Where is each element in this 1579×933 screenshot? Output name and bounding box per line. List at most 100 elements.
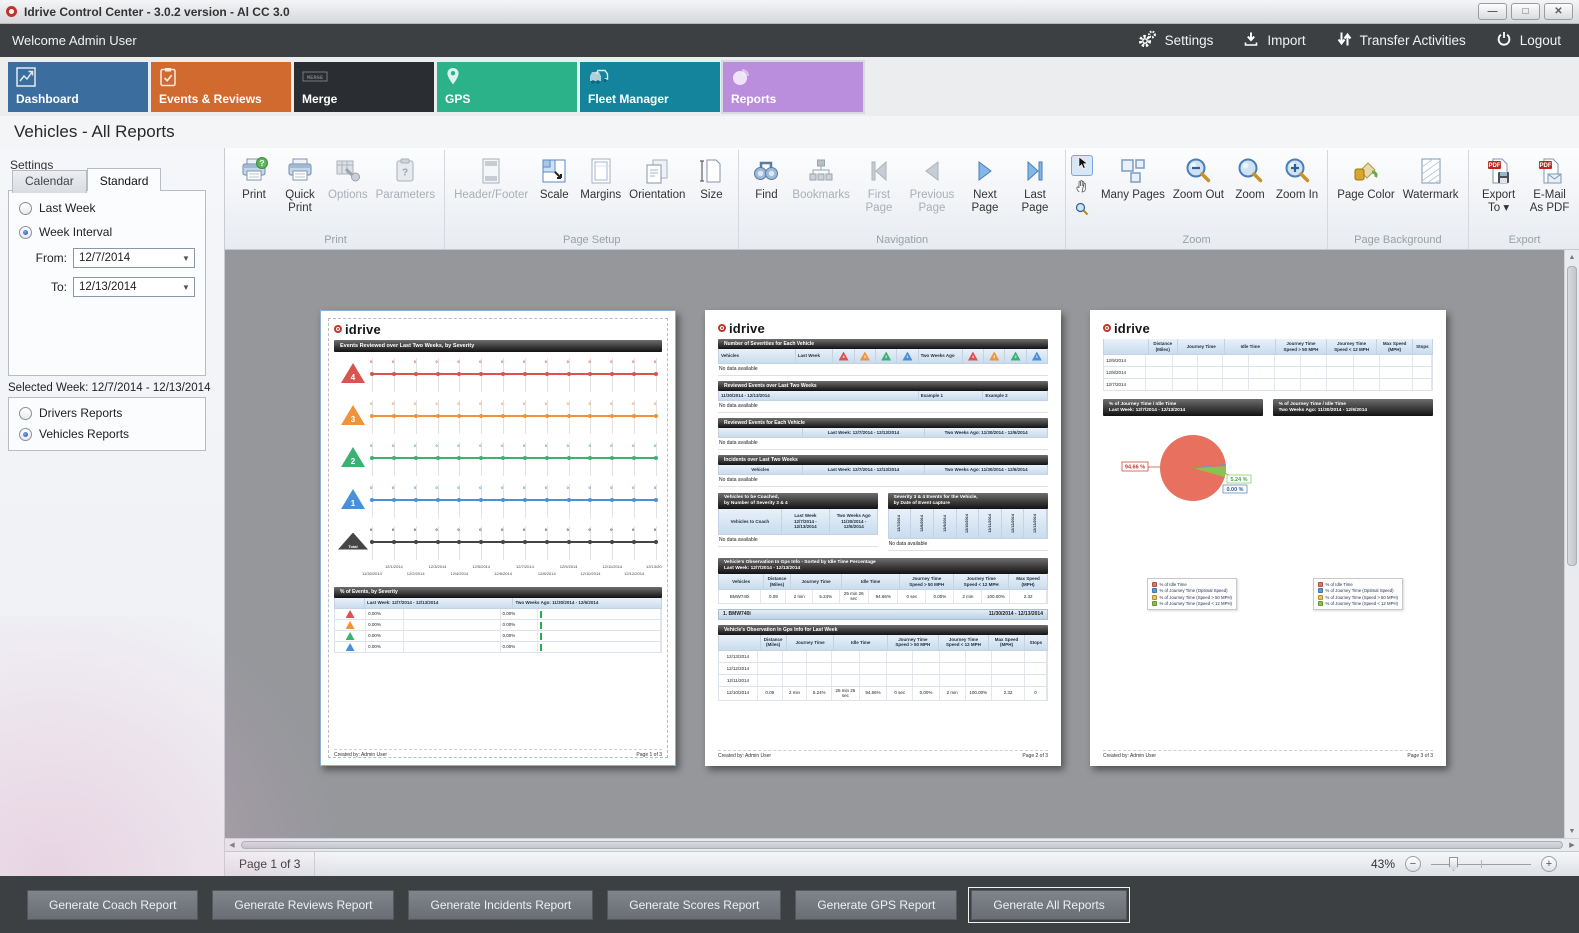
export-to-button[interactable]: PDFExport To ▾ bbox=[1474, 153, 1524, 218]
maximize-button[interactable]: □ bbox=[1511, 3, 1540, 20]
from-date-dropdown[interactable]: 12/7/2014 ▼ bbox=[73, 248, 195, 268]
last-week-radio[interactable]: Last Week bbox=[19, 201, 205, 215]
date-tick-label: 12/3/2014 bbox=[429, 564, 447, 569]
to-date-dropdown[interactable]: 12/13/2014 ▼ bbox=[73, 277, 195, 297]
tab-calendar[interactable]: Calendar bbox=[12, 170, 87, 193]
severity-triangle: 2 bbox=[1011, 352, 1021, 361]
quick-print-button[interactable]: Quick Print bbox=[276, 153, 324, 218]
toolbar-button-label: Zoom bbox=[1235, 189, 1264, 202]
data-point bbox=[436, 540, 440, 544]
table-cell: 5.24% bbox=[807, 687, 832, 700]
table-cell bbox=[860, 675, 888, 686]
data-point bbox=[567, 456, 571, 460]
zoom-region-tool-button[interactable] bbox=[1071, 201, 1093, 222]
vehicle-banner-dates: 11/30/2014 - 12/13/2014 bbox=[989, 611, 1043, 617]
scroll-right-icon[interactable]: ▶ bbox=[1565, 839, 1579, 851]
generate-coach-report-button[interactable]: Generate Coach Report bbox=[27, 890, 198, 920]
toolbar-button-label: Export To ▾ bbox=[1478, 189, 1520, 215]
zoom-slider[interactable] bbox=[1431, 856, 1531, 872]
many-pages-button[interactable]: Many Pages bbox=[1097, 153, 1169, 205]
report-page-1[interactable]: idriveEvents Reviewed over Last Two Week… bbox=[320, 310, 676, 766]
toolbar-button-label: Page Color bbox=[1337, 189, 1395, 202]
horizontal-scroll-thumb[interactable] bbox=[241, 841, 1563, 849]
zoom-in-button[interactable]: + bbox=[1541, 856, 1557, 872]
vertical-scroll-thumb[interactable] bbox=[1567, 266, 1577, 566]
week-interval-radio[interactable]: Week Interval bbox=[19, 225, 205, 239]
pie-chart-icon bbox=[731, 67, 751, 92]
date-tick-label: 12/6/2014 bbox=[494, 571, 512, 576]
svg-text:?: ? bbox=[259, 158, 264, 168]
table-cell: 25 min 26 sec bbox=[832, 687, 860, 700]
vertical-date-label: 12/11/2014 bbox=[988, 514, 992, 533]
scroll-left-icon[interactable]: ◀ bbox=[225, 839, 239, 851]
margins-button[interactable]: Margins bbox=[576, 153, 625, 205]
zoom-out-button[interactable]: − bbox=[1405, 856, 1421, 872]
table-cell: Last Week 12/7/2014 - 12/13/2014 bbox=[782, 509, 830, 534]
table-cell bbox=[1327, 379, 1353, 390]
tab-fleet-manager[interactable]: Fleet Manager bbox=[580, 62, 720, 112]
zoom-slider-thumb[interactable] bbox=[1449, 857, 1458, 871]
table-cell bbox=[1146, 367, 1174, 378]
table-cell: 100.00% bbox=[982, 590, 1010, 603]
data-point-value: 0 bbox=[392, 401, 394, 406]
date-tick-label: 12/8/2014 bbox=[538, 571, 556, 576]
print-button[interactable]: ?Print bbox=[232, 153, 276, 205]
table-cell bbox=[992, 675, 1025, 686]
data-point-value: 0 bbox=[523, 443, 525, 448]
tab-merge[interactable]: MERGE Merge bbox=[294, 62, 434, 112]
pointer-tool-button[interactable] bbox=[1071, 155, 1093, 176]
size-button[interactable]: Size bbox=[689, 153, 733, 205]
scroll-up-icon[interactable]: ▲ bbox=[1565, 250, 1579, 264]
tab-standard[interactable]: Standard bbox=[87, 168, 162, 191]
page-color-button[interactable]: Page Color bbox=[1333, 153, 1399, 205]
zoom-button[interactable]: Zoom bbox=[1228, 153, 1272, 205]
horizontal-scrollbar[interactable]: ◀ ▶ bbox=[225, 838, 1579, 851]
generate-all-reports-button[interactable]: Generate All Reports bbox=[971, 890, 1126, 920]
settings-button[interactable]: Settings bbox=[1137, 30, 1214, 51]
report-page-3[interactable]: idriveDistance (Miles)Journey TimeIdle T… bbox=[1090, 310, 1446, 766]
table-cell: Journey Time Speed < 12 MPH bbox=[954, 574, 1009, 589]
report-page-2[interactable]: idriveNumber of Severities for Each Vehi… bbox=[705, 310, 1061, 766]
scroll-down-icon[interactable]: ▼ bbox=[1565, 824, 1579, 838]
find-binoculars-icon bbox=[751, 156, 781, 186]
minimize-button[interactable]: — bbox=[1478, 3, 1507, 20]
severity-timeline-row: 400000000000000 bbox=[334, 352, 662, 394]
last-page-button[interactable]: Last Page bbox=[1010, 153, 1060, 218]
table-cell: Idle Time bbox=[842, 574, 900, 589]
e-mail-as-pdf-button[interactable]: PDFE-Mail As PDF bbox=[1524, 153, 1576, 218]
vertical-scrollbar[interactable]: ▲ ▼ bbox=[1564, 250, 1579, 838]
generate-reviews-report-button[interactable]: Generate Reviews Report bbox=[212, 890, 394, 920]
vertical-date-label: 12/10/2014 bbox=[965, 514, 969, 533]
data-point bbox=[654, 540, 658, 544]
spacer-cell bbox=[404, 642, 501, 652]
drivers-reports-radio[interactable]: Drivers Reports bbox=[19, 406, 205, 420]
find-button[interactable]: Find bbox=[744, 153, 788, 205]
tab-dashboard[interactable]: Dashboard bbox=[8, 62, 148, 112]
vehicles-reports-radio[interactable]: Vehicles Reports bbox=[19, 427, 205, 441]
close-button[interactable]: ✕ bbox=[1544, 3, 1573, 20]
table-cell: Example 2 bbox=[983, 391, 1047, 400]
next-page-button[interactable]: Next Page bbox=[960, 153, 1010, 218]
report-page-number: Page 1 of 3 bbox=[636, 752, 662, 758]
zoom-in-button[interactable]: Zoom In bbox=[1272, 153, 1322, 205]
orientation-button[interactable]: Orientation bbox=[625, 153, 689, 205]
table-cell bbox=[1301, 379, 1327, 390]
generate-gps-report-button[interactable]: Generate GPS Report bbox=[795, 890, 957, 920]
data-point bbox=[567, 498, 571, 502]
zoom-out-button[interactable]: Zoom Out bbox=[1169, 153, 1228, 205]
pointer-icon bbox=[1074, 155, 1090, 176]
transfer-activities-button[interactable]: Transfer Activities bbox=[1336, 31, 1466, 50]
scale-button[interactable]: Scale bbox=[532, 153, 576, 205]
logout-button[interactable]: Logout bbox=[1496, 31, 1561, 50]
print-preview-area[interactable]: ▲ ▼ idriveEvents Reviewed over Last Two … bbox=[225, 250, 1579, 838]
hand-tool-button[interactable] bbox=[1071, 178, 1093, 199]
import-button[interactable]: Import bbox=[1243, 31, 1305, 50]
tab-gps[interactable]: GPS bbox=[437, 62, 577, 112]
zoom-controls: 43% − + bbox=[1371, 856, 1579, 872]
tab-events-reviews[interactable]: Events & Reviews bbox=[151, 62, 291, 112]
watermark-button[interactable]: Watermark bbox=[1399, 153, 1463, 205]
tab-reports[interactable]: Reports bbox=[723, 62, 863, 112]
generate-incidents-report-button[interactable]: Generate Incidents Report bbox=[408, 890, 593, 920]
generate-scores-report-button[interactable]: Generate Scores Report bbox=[607, 890, 781, 920]
table-cell: 3 bbox=[855, 349, 876, 363]
